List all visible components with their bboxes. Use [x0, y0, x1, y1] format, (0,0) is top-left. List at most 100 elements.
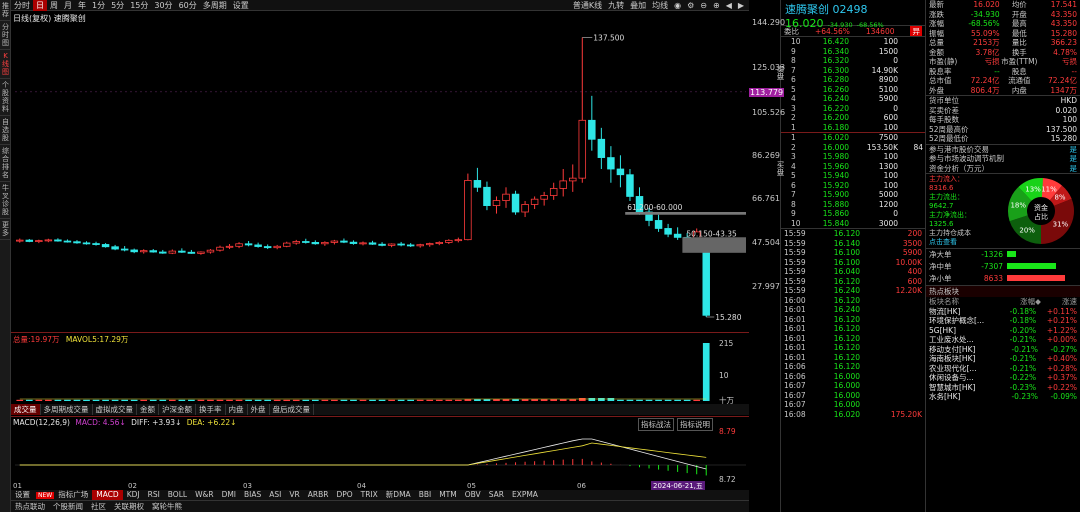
right-arrow-icon[interactable]: ▶	[735, 0, 747, 11]
hot-sector-row[interactable]: 海南板块[HK] -0.21% +0.40%	[926, 354, 1080, 364]
tab-30min[interactable]: 30分	[151, 0, 175, 11]
order-book-row[interactable]: 1 16.180 100	[781, 123, 925, 133]
order-book-row[interactable]: 10 15.840 3000	[781, 219, 925, 229]
indicator-expma[interactable]: EXPMA	[508, 490, 542, 500]
nav-watchlist[interactable]: 自选股	[0, 116, 11, 145]
indicator-bias[interactable]: BIAS	[240, 490, 265, 500]
order-book-row[interactable]: 6 15.920 100	[781, 181, 925, 191]
hot-sector-row[interactable]: 农业现代化[... -0.21% +0.28%	[926, 364, 1080, 374]
order-book-row[interactable]: 1 16.020 7500	[781, 133, 925, 143]
tab-timeshare[interactable]: 分时	[11, 0, 33, 11]
market-link-row[interactable]: 参与港市股价交易是	[926, 145, 1080, 155]
nav-recommend[interactable]: 推荐	[0, 0, 11, 21]
tab-hot-link[interactable]: 热点联动	[11, 501, 49, 512]
nav-diagnosis[interactable]: 牛叉诊股	[0, 182, 11, 219]
hot-sector-row[interactable]: 休闲设备与... -0.22% +0.37%	[926, 373, 1080, 383]
nav-ranking[interactable]: 综合排名	[0, 145, 11, 182]
indicator-obv[interactable]: OBV	[461, 490, 485, 500]
tab-5min[interactable]: 5分	[108, 0, 127, 11]
gear-icon[interactable]: ⚙	[684, 0, 697, 11]
order-book-row[interactable]: 3 16.220 0	[781, 104, 925, 114]
indicator-dpo[interactable]: DPO	[332, 490, 356, 500]
tab-virtual-volume[interactable]: 虚拟成交量	[93, 404, 137, 415]
hot-sector-row[interactable]: 5G[HK] -0.20% +1.22%	[926, 326, 1080, 336]
tab-options[interactable]: 关联期权	[110, 501, 148, 512]
tab-amount[interactable]: 金额	[137, 404, 159, 415]
indicator-dmi[interactable]: DMI	[218, 490, 240, 500]
tab-yearly[interactable]: 年	[75, 0, 89, 11]
order-book-row[interactable]: 9 16.340 1500	[781, 47, 925, 57]
indicator-boll[interactable]: BOLL	[164, 490, 191, 500]
eye-icon[interactable]: ◉	[671, 0, 684, 11]
market-link-row[interactable]: 资金分析（万元）是	[926, 164, 1080, 174]
order-book-row[interactable]: 7 15.900 5000	[781, 190, 925, 200]
tab-multi-period[interactable]: 多周期	[200, 0, 230, 11]
indicator-mtm[interactable]: MTM	[435, 490, 461, 500]
nav-profile[interactable]: 个股资料	[0, 79, 11, 116]
hot-sector-row[interactable]: 环境保护概念[... -0.18% +0.21%	[926, 316, 1080, 326]
zoom-in-icon[interactable]: ⊕	[710, 0, 723, 11]
macd-chart[interactable]: MACD(12,26,9) MACD: 4.56↓ DIFF: +3.93↓ D…	[11, 416, 749, 491]
indicator-settings[interactable]: 设置	[11, 490, 34, 500]
order-book-row[interactable]: 8 16.320 0	[781, 56, 925, 66]
indicator-macd[interactable]: MACD	[92, 490, 123, 500]
order-book-row[interactable]: 3 15.980 100	[781, 152, 925, 162]
indicator-trix[interactable]: TRIX	[357, 490, 382, 500]
tab-15min[interactable]: 15分	[127, 0, 151, 11]
nine-turn-button[interactable]: 九转	[605, 0, 627, 11]
hot-sector-row[interactable]: 工业废水处... -0.21% +0.00%	[926, 335, 1080, 345]
tab-outer[interactable]: 外盘	[248, 404, 270, 415]
order-book-row[interactable]: 10 16.420 100	[781, 37, 925, 47]
order-book-row[interactable]: 5 15.940 100	[781, 171, 925, 181]
order-book-row[interactable]: 9 15.860 0	[781, 209, 925, 219]
tab-daily[interactable]: 日	[33, 0, 47, 11]
tab-settings[interactable]: 设置	[230, 0, 252, 11]
market-link-row[interactable]: 参与市场波动调节机制是	[926, 154, 1080, 164]
order-book-row[interactable]: 7 16.300 14.90K	[781, 66, 925, 76]
nav-timeshare[interactable]: 分时图	[0, 21, 11, 50]
indicator-asi[interactable]: ASI	[265, 490, 285, 500]
indicator-arbr[interactable]: ARBR	[304, 490, 333, 500]
kline-type-select[interactable]: 普通K线	[570, 0, 605, 11]
order-book-row[interactable]: 8 15.880 1200	[781, 200, 925, 210]
indicator-bbi[interactable]: BBI	[415, 490, 436, 500]
order-book-row[interactable]: 6 16.280 8900	[781, 75, 925, 85]
tab-monthly[interactable]: 月	[61, 0, 75, 11]
tab-volume[interactable]: 成交量	[11, 404, 41, 415]
order-book-row[interactable]: 4 16.240 5900	[781, 94, 925, 104]
indicator-vr[interactable]: VR	[285, 490, 303, 500]
tab-news[interactable]: 个股新闻	[49, 501, 87, 512]
tab-inner[interactable]: 内盘	[226, 404, 248, 415]
tab-turnover[interactable]: 换手率	[196, 404, 226, 415]
indicator-rsi[interactable]: RSI	[144, 490, 164, 500]
tab-multi-volume[interactable]: 多周期成交量	[41, 404, 93, 415]
indicator-newdma[interactable]: 新DMA	[382, 490, 415, 500]
hot-sector-row[interactable]: 水务[HK] -0.23% -0.09%	[926, 392, 1080, 402]
order-book-row[interactable]: 4 15.960 1300	[781, 162, 925, 172]
order-book-row[interactable]: 5 16.260 5100	[781, 85, 925, 95]
tab-warrants[interactable]: 窝轮牛熊	[148, 501, 186, 512]
nav-more[interactable]: 更多	[0, 219, 11, 240]
nav-kline[interactable]: K线图	[0, 50, 11, 79]
ma-button[interactable]: 均线	[649, 0, 671, 11]
overlay-button[interactable]: 叠加	[627, 0, 649, 11]
volume-chart[interactable]: 总量:19.97万 MAVOL5:17.29万 215 10 十万	[11, 332, 749, 405]
left-arrow-icon[interactable]: ◀	[723, 0, 735, 11]
tab-weekly[interactable]: 周	[47, 0, 61, 11]
indicator-wr[interactable]: W&R	[191, 490, 217, 500]
tab-1min[interactable]: 1分	[89, 0, 108, 11]
order-book-row[interactable]: 2 16.000 153.50K	[781, 143, 925, 153]
order-book-row[interactable]: 2 16.200 600	[781, 113, 925, 123]
alert-badge[interactable]: 异	[910, 26, 922, 36]
hot-sector-row[interactable]: 移动支付[HK] -0.21% -0.27%	[926, 345, 1080, 355]
indicator-kdj[interactable]: KDJ	[123, 490, 144, 500]
zoom-out-icon[interactable]: ⊖	[697, 0, 710, 11]
indicator-square[interactable]: 指标广场	[54, 490, 92, 500]
indicator-sar[interactable]: SAR	[485, 490, 508, 500]
candlestick-chart[interactable]: 日线(复权) 速腾聚创 137.500 61.200-60.000 50.150-4…	[11, 12, 749, 330]
hot-sector-row[interactable]: 智慧城市[HK] -0.23% +0.22%	[926, 383, 1080, 393]
tab-community[interactable]: 社区	[87, 501, 110, 512]
tab-60min[interactable]: 60分	[176, 0, 200, 11]
tab-sh-sz-amount[interactable]: 沪深金额	[159, 404, 196, 415]
tab-after-hours[interactable]: 盘后成交量	[270, 404, 314, 415]
